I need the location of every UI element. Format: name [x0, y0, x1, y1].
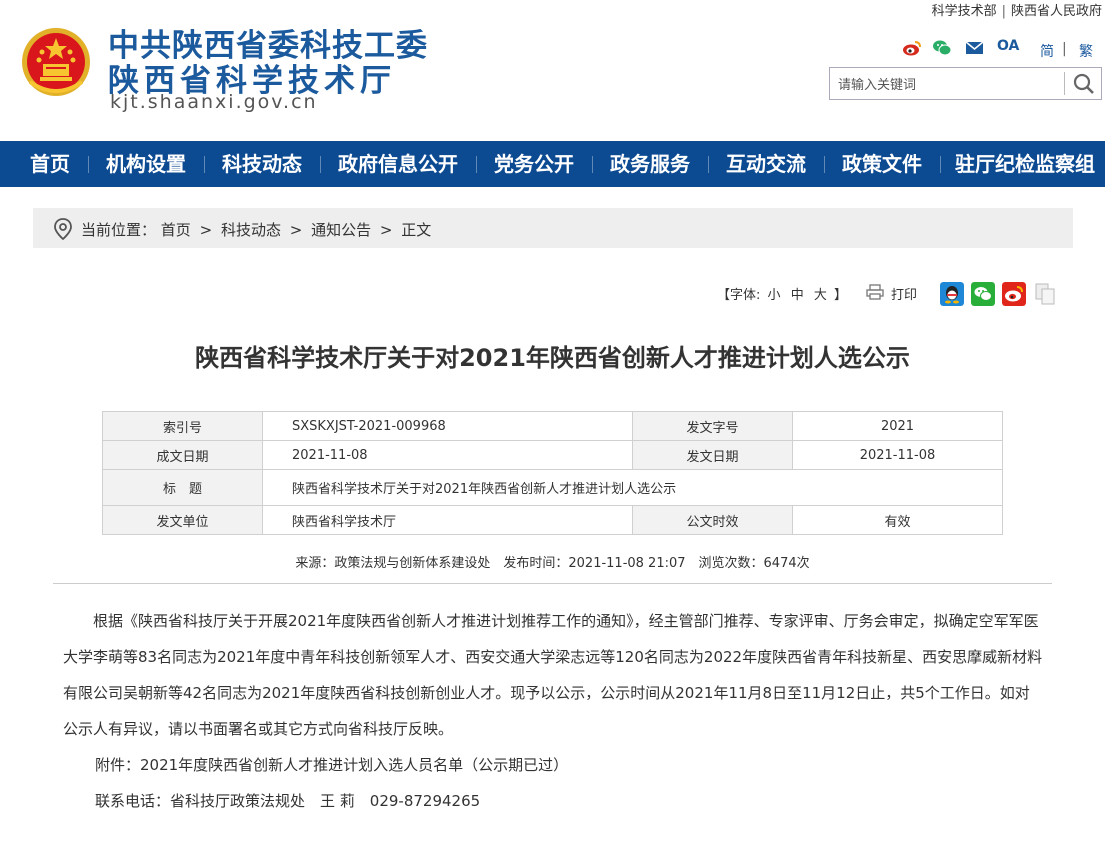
breadcrumb-item-current: 正文 [401, 221, 432, 239]
nav-separator [88, 156, 89, 173]
breadcrumb-item-home[interactable]: 首页 [161, 221, 191, 239]
nav-item-home[interactable]: 首页 [30, 141, 70, 187]
font-size-suffix: 】 [834, 288, 848, 303]
weibo-icon[interactable] [902, 38, 922, 58]
document-meta-table: 索引号 SXSKXJST-2021-009968 发文字号 2021 成文日期 … [102, 411, 1003, 535]
meta-value-issuer: 陕西省科学技术厅 [262, 505, 633, 535]
site-domain: kjt.shaanxi.gov.cn [110, 91, 318, 113]
search-divider [1064, 72, 1065, 95]
font-size-small[interactable]: 小 [768, 288, 781, 303]
meta-value-subject: 陕西省科学技术厅关于对2021年陕西省创新人才推进计划人选公示 [262, 469, 1003, 506]
lang-traditional[interactable]: 繁 [1079, 41, 1093, 61]
breadcrumb-trail: 当前位置： 首页 > 科技动态 > 通知公告 > 正文 [81, 219, 431, 240]
nav-separator [940, 156, 941, 173]
meta-key-validity: 公文时效 [632, 505, 793, 535]
meta-key-index-no: 索引号 [102, 411, 263, 441]
nav-separator [708, 156, 709, 173]
lang-separator: | [1062, 41, 1067, 57]
meta-value-doc-no: 2021 [792, 411, 1003, 441]
national-emblem-icon [22, 28, 90, 96]
breadcrumb-item-tech-news[interactable]: 科技动态 [221, 221, 281, 239]
top-link-separator: | [1001, 4, 1006, 19]
table-row: 成文日期 2021-11-08 发文日期 2021-11-08 [102, 440, 1003, 470]
article-contact: 联系电话：省科技厅政策法规处 王 莉 029-87294265 [95, 792, 481, 810]
breadcrumb-separator: > [289, 221, 303, 239]
lang-simplified[interactable]: 简 [1040, 41, 1054, 61]
meta-key-created: 成文日期 [102, 440, 263, 470]
meta-value-issued: 2021-11-08 [792, 440, 1003, 470]
print-icon[interactable] [866, 284, 884, 300]
weibo-share-icon[interactable] [1002, 282, 1026, 306]
breadcrumb-label: 当前位置： [81, 221, 157, 239]
nav-item-discipline-inspection[interactable]: 驻厅纪检监察组 [955, 141, 1095, 187]
meta-key-doc-no: 发文字号 [632, 411, 793, 441]
wechat-share-icon[interactable] [971, 282, 995, 306]
meta-value-validity: 有效 [792, 505, 1003, 535]
qq-icon[interactable] [940, 282, 964, 306]
main-nav: 首页 机构设置 科技动态 政府信息公开 党务公开 政务服务 互动交流 政策文件 … [0, 141, 1105, 187]
font-size-prefix: 【字体: [717, 288, 761, 303]
article-title: 陕西省科学技术厅关于对2021年陕西省创新人才推进计划人选公示 [195, 344, 910, 372]
breadcrumb-item-notices[interactable]: 通知公告 [311, 221, 371, 239]
nav-item-gov-services[interactable]: 政务服务 [610, 141, 690, 187]
location-pin-icon [54, 218, 72, 240]
table-row: 索引号 SXSKXJST-2021-009968 发文字号 2021 [102, 411, 1003, 441]
nav-separator [204, 156, 205, 173]
nav-item-organization[interactable]: 机构设置 [106, 141, 186, 187]
nav-separator [824, 156, 825, 173]
nav-item-gov-info[interactable]: 政府信息公开 [338, 141, 458, 187]
breadcrumb-separator: > [199, 221, 213, 239]
nav-separator [320, 156, 321, 173]
print-button[interactable]: 打印 [891, 284, 917, 303]
search-input[interactable] [838, 72, 1063, 96]
nav-item-tech-news[interactable]: 科技动态 [222, 141, 302, 187]
search-box [829, 67, 1102, 100]
oa-icon[interactable]: OA [997, 38, 1019, 58]
content-divider [53, 583, 1052, 584]
article-body: 根据《陕西省科技厅关于开展2021年度陕西省创新人才推进计划推荐工作的通知》，经… [63, 603, 1043, 819]
font-size-large[interactable]: 大 [814, 288, 827, 303]
font-size-medium[interactable]: 中 [791, 288, 804, 303]
article-paragraph: 根据《陕西省科技厅关于开展2021年度陕西省创新人才推进计划推荐工作的通知》，经… [63, 612, 1043, 738]
share-icon-row: OA [900, 38, 1100, 58]
site-header: 中共陕西省委科技工委 陕西省科学技术厅 kjt.shaanxi.gov.cn 科… [0, 0, 1105, 141]
top-link-most[interactable]: 科学技术部 [932, 4, 997, 19]
nav-item-party-affairs[interactable]: 党务公开 [494, 141, 574, 187]
mail-icon[interactable] [966, 38, 984, 58]
meta-key-issuer: 发文单位 [102, 505, 263, 535]
wechat-icon[interactable] [932, 38, 952, 58]
nav-separator [476, 156, 477, 173]
breadcrumb-separator: > [379, 221, 393, 239]
table-row: 标 题 陕西省科学技术厅关于对2021年陕西省创新人才推进计划人选公示 [102, 469, 1003, 506]
table-row: 发文单位 陕西省科学技术厅 公文时效 有效 [102, 505, 1003, 535]
meta-key-issued: 发文日期 [632, 440, 793, 470]
meta-value-index-no: SXSKXJST-2021-009968 [262, 411, 633, 441]
nav-item-interaction[interactable]: 互动交流 [726, 141, 806, 187]
breadcrumb: 当前位置： 首页 > 科技动态 > 通知公告 > 正文 [33, 208, 1073, 248]
top-links: 科学技术部 | 陕西省人民政府 [932, 0, 1102, 19]
top-link-provincial-gov[interactable]: 陕西省人民政府 [1011, 4, 1102, 19]
meta-value-created: 2021-11-08 [262, 440, 633, 470]
copy-icon[interactable] [1033, 282, 1057, 306]
search-icon[interactable] [1068, 70, 1100, 98]
meta-key-subject: 标 题 [102, 469, 263, 506]
article-attachment[interactable]: 附件：2021年度陕西省创新人才推进计划入选人员名单（公示期已过） [63, 747, 1043, 783]
article-source-line: 来源：政策法规与创新体系建设处 发布时间：2021-11-08 21:07 浏览… [295, 556, 810, 571]
font-size-tools: 【字体: 小 中 大 】 [717, 284, 847, 303]
nav-item-policy-docs[interactable]: 政策文件 [842, 141, 922, 187]
nav-separator [592, 156, 593, 173]
